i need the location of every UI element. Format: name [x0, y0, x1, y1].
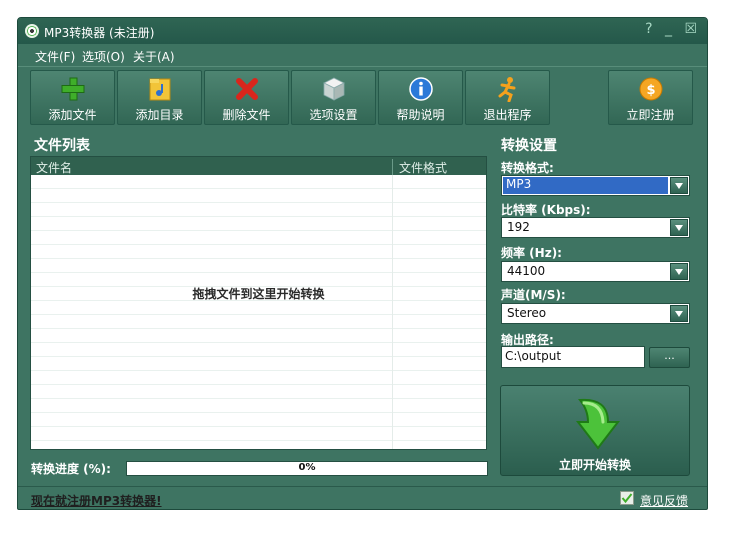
green-arrow-down-icon [575, 398, 621, 450]
start-convert-label: 立即开始转换 [558, 458, 631, 472]
format-value: MP3 [503, 177, 668, 194]
toolbar-divider [18, 66, 707, 67]
register-label: 立即注册 [626, 108, 675, 122]
running-man-icon [498, 77, 516, 102]
progress-bar: 0% [126, 461, 488, 476]
progress-label: 转换进度 (%): [31, 462, 111, 476]
channel-value: Stereo [507, 306, 547, 320]
delete-file-button[interactable]: 删除文件 [204, 70, 289, 125]
window-title: MP3转换器 (未注册) [44, 26, 155, 40]
app-cd-icon [25, 24, 39, 38]
status-divider [18, 486, 707, 487]
add-directory-label: 添加目录 [135, 108, 184, 122]
settings-button[interactable]: 选项设置 [291, 70, 376, 125]
column-format[interactable]: 文件格式 [392, 159, 447, 176]
channel-select[interactable]: Stereo [501, 303, 690, 324]
menu-options[interactable]: 选项(O) [82, 48, 125, 65]
drop-hint: 拖拽文件到这里开始转换 [192, 287, 325, 301]
settings-label: 选项设置 [309, 108, 358, 122]
menu-file[interactable]: 文件(F) [35, 48, 75, 65]
add-file-button[interactable]: 添加文件 [30, 70, 115, 125]
frequency-label: 频率 (Hz): [501, 246, 562, 260]
chevron-down-icon[interactable] [670, 219, 688, 236]
close-button[interactable]: ☒ [684, 21, 701, 37]
chevron-down-icon[interactable] [670, 263, 688, 280]
delete-file-label: 删除文件 [222, 108, 271, 122]
file-list-rows[interactable] [31, 175, 486, 449]
exit-label: 退出程序 [483, 108, 532, 122]
feedback-link[interactable]: 意见反馈 [640, 492, 688, 509]
file-list[interactable]: 文件名 文件格式 拖拽文件到这里开始转换 [30, 156, 487, 450]
help-title-button[interactable]: ? [645, 21, 656, 37]
menu-bar: 文件(F) 选项(O) 关于(A) [18, 44, 707, 66]
cube-icon [323, 77, 345, 101]
green-plus-icon [61, 77, 85, 101]
format-select[interactable]: MP3 [501, 175, 690, 196]
checkmark-icon [620, 491, 634, 505]
gold-coin-icon: $ [639, 77, 663, 101]
output-path-field[interactable]: C:\output [501, 346, 645, 368]
minimize-button[interactable]: _ [665, 21, 676, 37]
column-divider [392, 175, 393, 449]
bitrate-value: 192 [507, 220, 530, 234]
browse-button[interactable]: ... [649, 347, 690, 368]
title-bar[interactable]: MP3转换器 (未注册) ? _ ☒ [18, 18, 707, 44]
red-x-icon [236, 78, 258, 100]
start-convert-button[interactable]: 立即开始转换 [500, 385, 690, 476]
bitrate-label: 比特率 (Kbps): [501, 203, 591, 217]
help-button[interactable]: 帮助说明 [378, 70, 463, 125]
file-list-title: 文件列表 [34, 138, 90, 154]
info-icon [409, 77, 433, 101]
menu-about[interactable]: 关于(A) [133, 48, 175, 65]
help-label: 帮助说明 [396, 108, 445, 122]
bitrate-select[interactable]: 192 [501, 217, 690, 238]
chevron-down-icon[interactable] [670, 305, 688, 322]
chevron-down-icon[interactable] [670, 177, 688, 194]
music-folder-icon [149, 78, 171, 101]
column-filename[interactable]: 文件名 [36, 159, 72, 176]
settings-title: 转换设置 [501, 138, 557, 154]
main-window: MP3转换器 (未注册) ? _ ☒ 文件(F) 选项(O) 关于(A) 添加文… [17, 17, 708, 510]
add-directory-button[interactable]: 添加目录 [117, 70, 202, 125]
progress-value: 0% [298, 462, 316, 473]
register-link[interactable]: 现在就注册MP3转换器! [31, 492, 162, 509]
file-list-header: 文件名 文件格式 [31, 157, 486, 176]
register-button[interactable]: $ 立即注册 [608, 70, 693, 125]
frequency-select[interactable]: 44100 [501, 261, 690, 282]
exit-button[interactable]: 退出程序 [465, 70, 550, 125]
frequency-value: 44100 [507, 264, 546, 278]
add-file-label: 添加文件 [48, 108, 97, 122]
svg-text:$: $ [646, 83, 655, 98]
format-label: 转换格式: [501, 161, 554, 175]
channel-label: 声道(M/S): [501, 288, 566, 302]
